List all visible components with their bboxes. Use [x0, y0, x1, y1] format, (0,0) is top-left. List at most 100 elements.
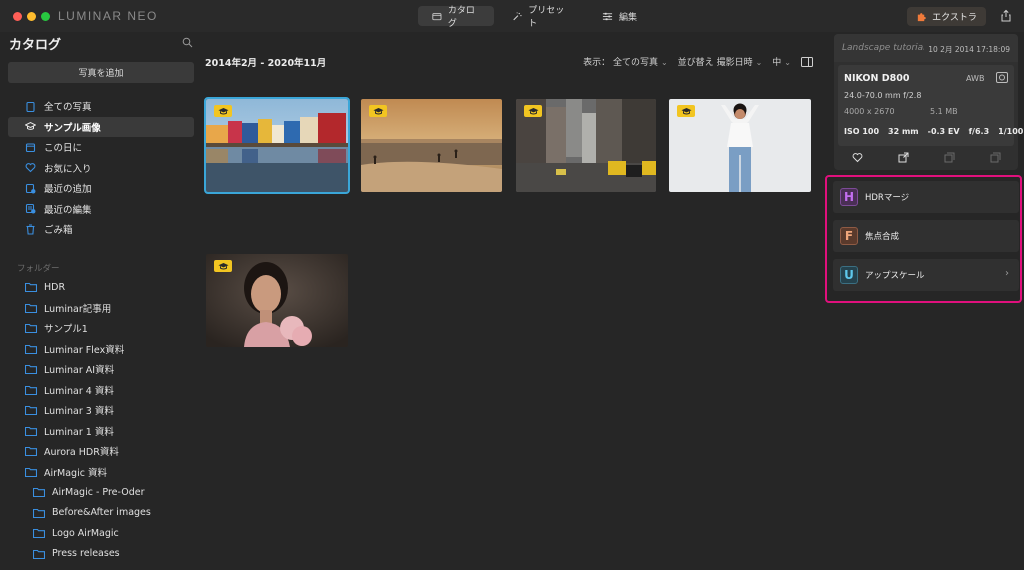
share-icon[interactable]: [898, 152, 909, 163]
folder-icon: [25, 467, 37, 477]
extras-button[interactable]: エクストラ: [907, 7, 986, 26]
photo-thumbnail[interactable]: [204, 97, 350, 194]
image-dimensions: 4000 x 2670: [844, 107, 895, 116]
folder-icon: [25, 365, 37, 375]
folder-icon: [25, 385, 37, 395]
folder-icon: [33, 488, 45, 498]
photo-thumbnail[interactable]: [361, 99, 502, 192]
folder-item[interactable]: Luminar 3 資料: [8, 400, 194, 421]
recent-added-icon: [25, 183, 36, 194]
sidebar-item-favorites[interactable]: お気に入り: [8, 158, 194, 179]
folder-item[interactable]: Luminar AI資料: [8, 359, 194, 380]
sort-dropdown[interactable]: 並び替え 撮影日時 ⌄: [678, 55, 763, 68]
chevron-down-icon: ⌄: [784, 58, 791, 67]
folder-label: Luminar Flex資料: [44, 344, 125, 356]
add-photo-button[interactable]: 写真を追加: [8, 62, 194, 83]
folder-item[interactable]: Aurora HDR資料: [8, 441, 194, 462]
folder-item[interactable]: AirMagic 資料: [8, 462, 194, 483]
folder-item[interactable]: Luminar Flex資料: [8, 339, 194, 360]
folder-label: Luminar記事用: [44, 303, 112, 315]
sort-label: 並び替え: [677, 58, 714, 68]
folder-icon: [25, 303, 37, 313]
chevron-right-icon: ›: [1005, 268, 1009, 279]
folder-label: Before&After images: [52, 507, 151, 519]
close-window-button[interactable]: [13, 12, 22, 21]
folder-label: AirMagic - Pre-Oder: [52, 486, 145, 498]
graduation-cap-icon: [218, 262, 228, 269]
tool-upscale[interactable]: U アップスケール ›: [833, 259, 1019, 291]
puzzle-icon: [917, 13, 926, 22]
tab-catalog[interactable]: カタログ: [418, 6, 494, 29]
folder-item[interactable]: Before&After images: [8, 503, 194, 524]
tool-focus-stacking[interactable]: F 焦点合成: [833, 220, 1019, 252]
chevron-down-icon: ⌄: [755, 58, 763, 67]
folder-icon: [33, 529, 45, 539]
folder-label: Press releases: [52, 548, 120, 560]
photos-icon: [26, 101, 35, 112]
share-icon[interactable]: [999, 9, 1013, 23]
panel-toggle-icon[interactable]: [801, 56, 813, 67]
sidebar-item-all-photos[interactable]: 全ての写真: [8, 96, 194, 117]
focal-length: 32 mm: [888, 127, 919, 136]
folder-item[interactable]: Luminar 1 資料: [8, 421, 194, 442]
graduation-cap-icon: [681, 107, 691, 114]
tool-hdr-merge[interactable]: H HDRマージ: [833, 181, 1019, 213]
graduation-cap-icon: [373, 107, 383, 114]
date-range: 2014年2月 - 2020年11月: [205, 58, 327, 69]
recent-edited-icon: [25, 204, 36, 214]
aperture: f/6.3: [968, 127, 990, 136]
camera-icon: [996, 72, 1008, 83]
search-icon[interactable]: [182, 37, 193, 48]
folder-label: Logo AirMagic: [52, 527, 119, 539]
sidebar-item-label: サンプル画像: [44, 122, 101, 134]
chevron-down-icon: ⌄: [660, 58, 668, 67]
tool-label: 焦点合成: [865, 232, 900, 242]
sliders-icon: [602, 12, 613, 20]
zoom-window-button[interactable]: [41, 12, 50, 21]
folder-item[interactable]: サンプル1: [8, 318, 194, 339]
sort-value: 撮影日時: [716, 58, 753, 68]
sample-badge: [677, 105, 695, 117]
file-size: 5.1 MB: [930, 107, 958, 116]
sidebar-item-label: 最近の編集: [44, 204, 92, 216]
folder-item[interactable]: Luminar 4 資料: [8, 380, 194, 401]
tab-edit[interactable]: 編集: [588, 6, 658, 26]
heart-icon[interactable]: [852, 152, 863, 163]
app-logo: LUMINAR NEO: [58, 9, 158, 23]
sample-badge: [524, 105, 542, 117]
folder-item[interactable]: AirMagic - Pre-Oder: [8, 482, 194, 503]
shutter-speed: 1/100 s: [998, 127, 1024, 136]
folder-list: HDR Luminar記事用サンプル1 Luminar Flex資料 Luminar …: [8, 277, 194, 564]
duplicate-icon[interactable]: [990, 152, 1001, 163]
folder-icon: [33, 549, 45, 559]
folder-icon: [25, 406, 37, 416]
photo-thumbnail[interactable]: [206, 254, 348, 347]
tool-label: アップスケール: [865, 271, 925, 281]
graduation-cap-icon: [25, 122, 36, 131]
photo-thumbnail[interactable]: [516, 99, 656, 192]
photo-thumbnail[interactable]: [669, 99, 811, 192]
folder-label: Luminar AI資料: [44, 365, 115, 377]
folder-item[interactable]: Press releases: [8, 544, 194, 565]
sidebar-item-recently-added[interactable]: 最近の追加: [8, 178, 194, 199]
hdr-merge-icon: H: [840, 188, 858, 206]
thumbnail-size-dropdown[interactable]: 中 ⌄: [772, 55, 791, 68]
compare-icon[interactable]: [944, 152, 955, 163]
minimize-window-button[interactable]: [27, 12, 36, 21]
photo-info-panel: Landscape tutorial 10 2月 2014 17:18:09 N…: [834, 34, 1024, 170]
view-filter-dropdown[interactable]: 表示： 全ての写真 ⌄: [583, 55, 668, 68]
tab-presets[interactable]: プリセット: [498, 6, 584, 29]
sidebar-item-on-this-day[interactable]: この日に: [8, 137, 194, 158]
photo-actions: [834, 152, 1018, 163]
folder-item[interactable]: HDR: [8, 277, 194, 298]
folder-item[interactable]: Luminar記事用: [8, 298, 194, 319]
title-bar: LUMINAR NEO カタログ プリセット 編集 エクストラ: [0, 0, 1024, 32]
sample-badge: [214, 105, 232, 117]
sidebar-item-trash[interactable]: ごみ箱: [8, 219, 194, 240]
sidebar-item-recently-edited[interactable]: 最近の編集: [8, 199, 194, 220]
info-header: Landscape tutorial 10 2月 2014 17:18:09: [834, 34, 1018, 62]
exposure-comp: -0.3 EV: [927, 127, 960, 136]
folder-item[interactable]: Logo AirMagic: [8, 523, 194, 544]
view-filter-label: 表示：: [583, 58, 611, 68]
sidebar-item-sample-images[interactable]: サンプル画像: [8, 116, 194, 137]
